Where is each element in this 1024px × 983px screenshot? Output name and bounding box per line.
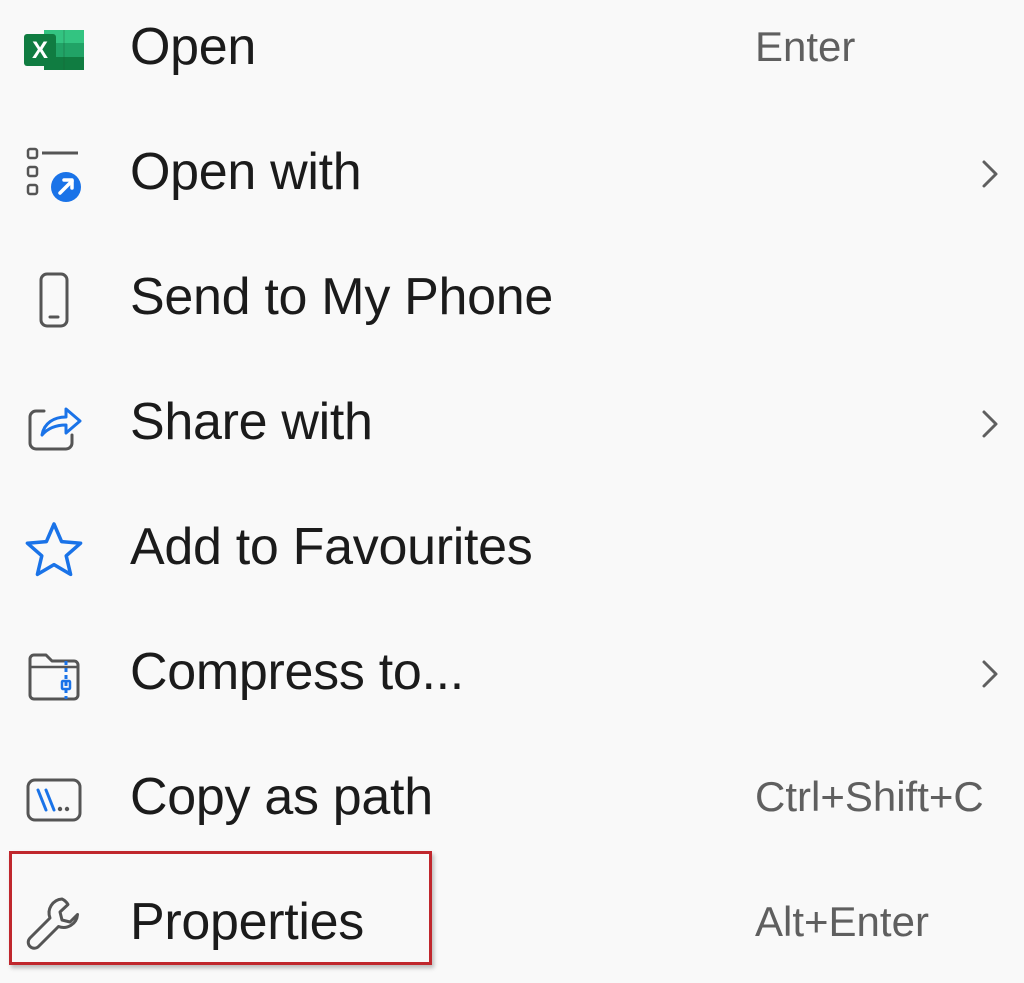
copy-path-icon xyxy=(18,772,90,828)
zip-folder-icon xyxy=(18,647,90,703)
menu-item-label: Share with xyxy=(130,393,373,451)
phone-icon xyxy=(18,272,90,328)
excel-icon: X xyxy=(18,22,90,78)
open-with-icon xyxy=(18,147,90,203)
menu-item-label: Open with xyxy=(130,143,362,201)
menu-item-label: Send to My Phone xyxy=(130,268,554,326)
menu-item-shortcut: Ctrl+Shift+C xyxy=(755,773,984,820)
menu-item-add-to-favourites[interactable]: Add to Favourites xyxy=(0,505,1024,629)
menu-item-label: Add to Favourites xyxy=(130,518,533,576)
context-menu: X Open Enter Open with Send to My Phone … xyxy=(0,0,1024,983)
star-icon xyxy=(18,522,90,578)
menu-item-open[interactable]: X Open Enter xyxy=(0,5,1024,129)
chevron-right-icon xyxy=(982,160,998,188)
chevron-right-icon xyxy=(982,410,998,438)
menu-item-label: Compress to... xyxy=(130,643,464,701)
menu-item-shortcut: Alt+Enter xyxy=(755,898,929,945)
menu-item-send-to-my-phone[interactable]: Send to My Phone xyxy=(0,255,1024,379)
menu-item-label: Copy as path xyxy=(130,768,433,826)
menu-item-label: Open xyxy=(130,18,257,76)
menu-item-open-with[interactable]: Open with xyxy=(0,130,1024,254)
highlight-box xyxy=(9,851,432,965)
menu-item-compress-to[interactable]: Compress to... xyxy=(0,630,1024,754)
menu-item-shortcut: Enter xyxy=(755,23,856,70)
chevron-right-icon xyxy=(982,660,998,688)
menu-item-share-with[interactable]: Share with xyxy=(0,380,1024,504)
share-icon xyxy=(18,397,90,453)
svg-text:X: X xyxy=(32,37,48,64)
